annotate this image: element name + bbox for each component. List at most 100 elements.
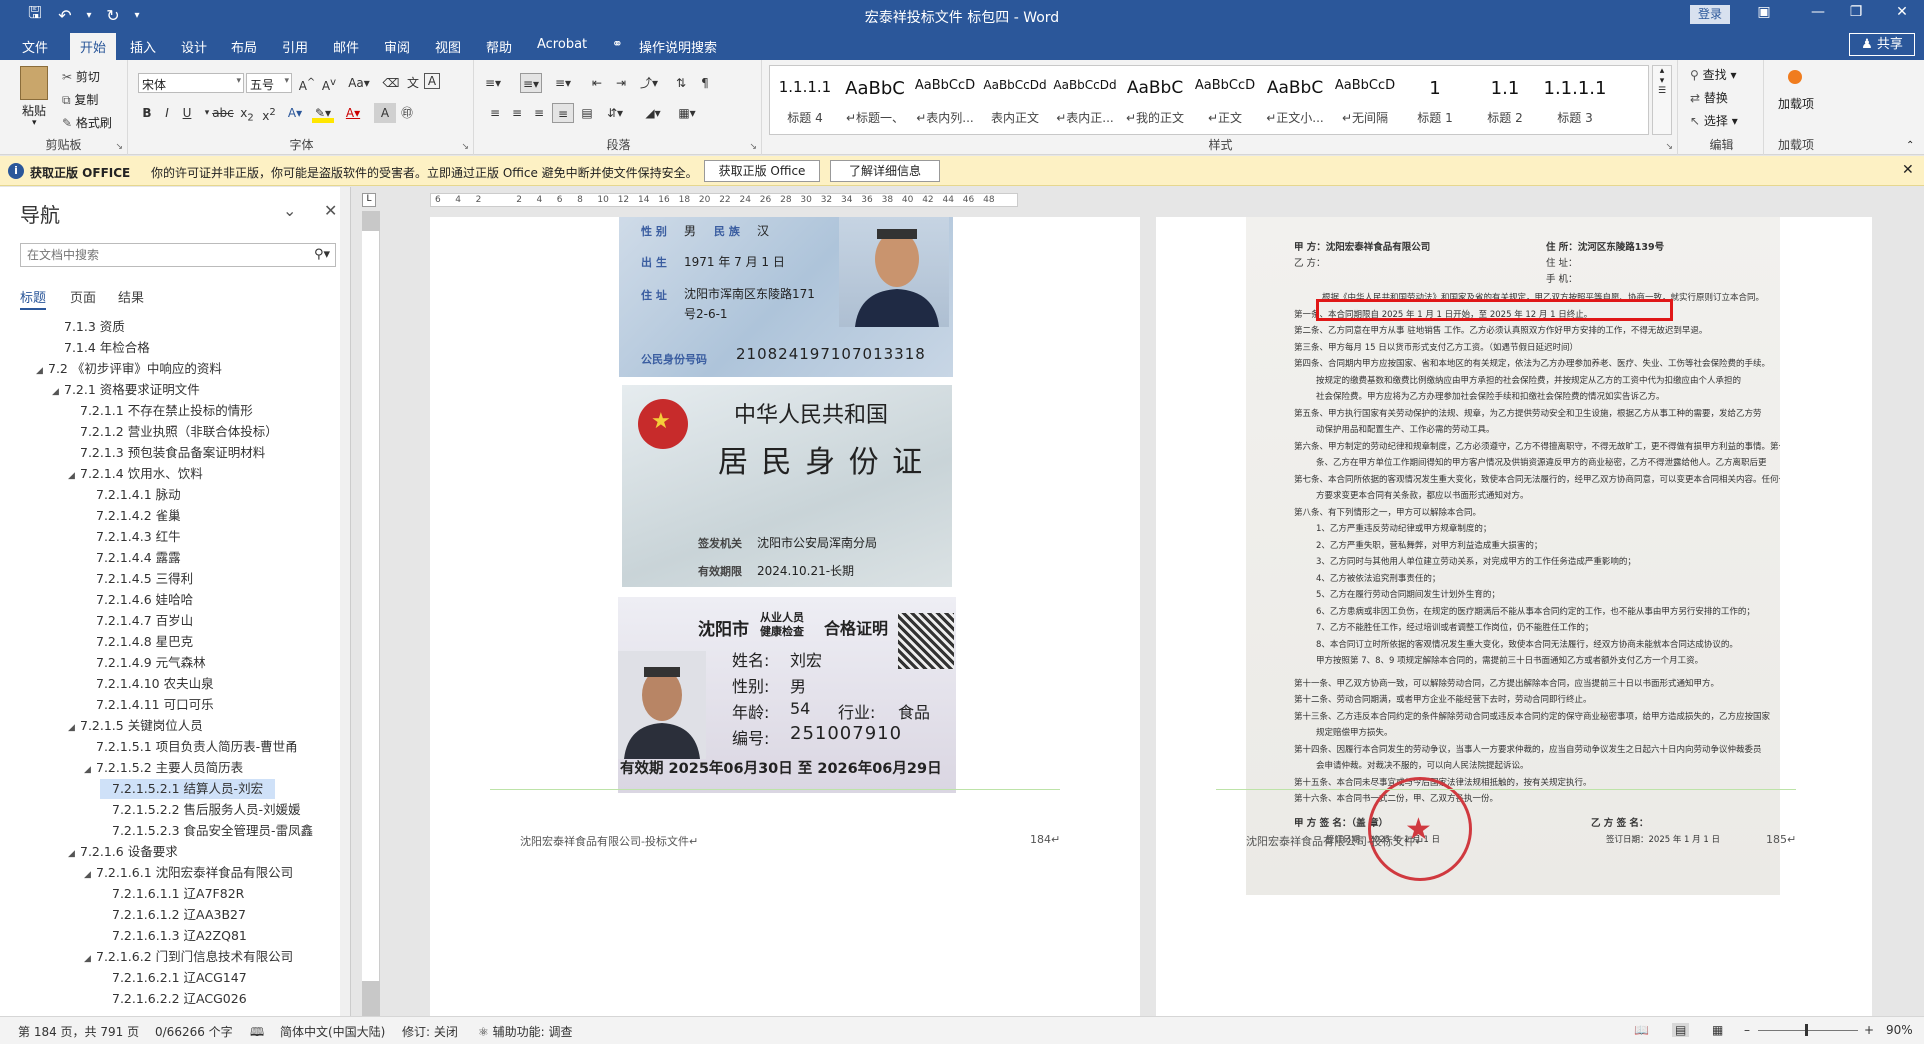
learn-more-button[interactable]: 了解详细信息 — [830, 160, 940, 182]
paste-button[interactable]: 粘贴 — [22, 102, 46, 119]
nav-heading-item[interactable]: 7.2.1.6.2.2 辽ACG026 — [100, 989, 247, 1009]
nav-heading-item[interactable]: 7.2.1.5.2.2 售后服务人员-刘媛媛 — [100, 800, 301, 820]
replace-button[interactable]: ⇄ 替换 — [1690, 89, 1728, 106]
zoom-out-icon[interactable]: – — [1744, 1023, 1750, 1037]
nav-heading-item[interactable]: 7.2.1.4.10 农夫山泉 — [84, 674, 214, 694]
italic-icon[interactable]: I — [156, 103, 178, 123]
nav-heading-item[interactable]: 7.2.1.6.1.3 辽A2ZQ81 — [100, 926, 247, 946]
font-size-combo[interactable]: 五号 ▾ — [246, 73, 292, 93]
styles-scroll[interactable]: ▴ ▾ ☰ — [1652, 65, 1672, 135]
style-item[interactable]: AaBbCcD ↵正文 — [1190, 66, 1260, 134]
nav-tab-results[interactable]: 结果 — [118, 287, 144, 306]
nav-heading-item[interactable]: 7.2.1.4.3 红牛 — [84, 527, 181, 547]
clear-format-icon[interactable]: ⌫ — [380, 73, 402, 93]
ribbon-display-icon[interactable]: ▣ — [1754, 4, 1774, 20]
grow-font-icon[interactable]: A^ — [296, 73, 318, 93]
expand-collapse-icon[interactable]: ◢ — [84, 865, 96, 885]
phonetic-guide-icon[interactable]: 文 — [402, 73, 424, 93]
share-button[interactable]: ♟ 共享 — [1849, 33, 1915, 56]
nav-heading-item[interactable]: 7.2.1.1 不存在禁止投标的情形 — [68, 401, 253, 421]
nav-tab-headings[interactable]: 标题 — [20, 287, 47, 310]
tab-insert[interactable]: 插入 — [130, 37, 156, 56]
web-layout-icon[interactable]: ▦ — [1712, 1023, 1723, 1037]
nav-heading-item[interactable]: 7.2.1.4.7 百岁山 — [84, 611, 193, 631]
nav-heading-item[interactable]: 7.2.1.6.2.1 辽ACG147 — [100, 968, 247, 988]
nav-heading-item[interactable]: 7.1.4 年检合格 — [52, 338, 150, 358]
nav-heading-item[interactable]: 7.2.1.4.1 脉动 — [84, 485, 181, 505]
strikethrough-icon[interactable]: abc — [212, 103, 234, 123]
copy-button[interactable]: ⧉ 复制 — [62, 91, 98, 108]
enclose-char-icon[interactable]: ㊞ — [396, 103, 418, 123]
close-window-icon[interactable]: ✕ — [1892, 4, 1912, 20]
nav-heading-item[interactable]: 7.1.3 资质 — [52, 317, 125, 337]
cut-button[interactable]: ✂ 剪切 — [62, 68, 100, 85]
numbering-icon[interactable]: ≡▾ — [520, 73, 542, 93]
distributed-icon[interactable]: ▤ — [576, 103, 598, 123]
tab-file[interactable]: 文件 — [22, 37, 48, 56]
addins-icon[interactable] — [1788, 70, 1802, 84]
expand-collapse-icon[interactable]: ◢ — [52, 382, 64, 402]
page-count[interactable]: 第 184 页，共 791 页 — [18, 1023, 139, 1040]
expand-collapse-icon[interactable]: ◢ — [68, 466, 80, 486]
tab-view[interactable]: 视图 — [435, 37, 461, 56]
tell-me-search[interactable]: 操作说明搜索 — [639, 37, 717, 56]
expand-collapse-icon[interactable]: ◢ — [68, 718, 80, 738]
zoom-level[interactable]: 90% — [1886, 1023, 1913, 1037]
style-item[interactable]: 1 标题 1 — [1400, 66, 1470, 134]
decrease-indent-icon[interactable]: ⇤ — [586, 73, 608, 93]
subscript-icon[interactable]: x2 — [236, 103, 258, 123]
paragraph-launcher-icon[interactable]: ↘ — [749, 142, 757, 152]
expand-collapse-icon[interactable]: ◢ — [36, 361, 48, 381]
styles-launcher-icon[interactable]: ↘ — [1665, 142, 1673, 152]
select-button[interactable]: ↖ 选择 ▾ — [1690, 112, 1738, 129]
chevron-down-icon[interactable]: ⌄ — [283, 201, 296, 220]
nav-heading-item[interactable]: 7.2.1.2 营业执照（非联合体投标） — [68, 422, 278, 442]
nav-heading-item[interactable]: ◢ 7.2.1.4 饮用水、饮料 — [68, 464, 203, 484]
align-left-icon[interactable]: ≡ — [484, 103, 506, 123]
nav-heading-item[interactable]: 7.2.1.4.9 元气森林 — [84, 653, 206, 673]
expand-collapse-icon[interactable]: ◢ — [68, 844, 80, 864]
font-name-combo[interactable]: 宋体 ▾ — [138, 73, 244, 93]
page-185[interactable]: 甲 方：沈阳宏泰祥食品有限公司 住 所：沈河区东陵路139号 乙 方： 住 址：… — [1156, 217, 1872, 1016]
page-184[interactable]: 性 别 男 民 族 汉 出 生 1971 年 7 月 1 日 住 址 沈阳市浑南… — [430, 217, 1140, 1016]
tab-mailings[interactable]: 邮件 — [333, 37, 359, 56]
language[interactable]: 简体中文(中国大陆) — [280, 1023, 385, 1040]
word-count[interactable]: 0/66266 个字 — [155, 1023, 233, 1040]
get-genuine-button[interactable]: 获取正版 Office — [704, 160, 820, 182]
zoom-slider[interactable] — [1758, 1030, 1858, 1031]
track-changes[interactable]: 修订: 关闭 — [402, 1023, 458, 1040]
align-center-icon[interactable]: ≡ — [506, 103, 528, 123]
nav-heading-item[interactable]: 7.2.1.4.4 露露 — [84, 548, 181, 568]
superscript-icon[interactable]: x2 — [258, 103, 280, 123]
tab-acrobat[interactable]: Acrobat — [537, 37, 587, 52]
nav-scrollbar[interactable] — [340, 187, 350, 1016]
style-item[interactable]: AaBbCcDd 表内正文 — [980, 66, 1050, 134]
accessibility[interactable]: ⚛ 辅助功能: 调查 — [478, 1023, 572, 1040]
nav-heading-item[interactable]: 7.2.1.5.2.3 食品安全管理员-雷凤鑫 — [100, 821, 313, 841]
nav-tab-pages[interactable]: 页面 — [70, 287, 96, 306]
font-color-icon[interactable]: A▾ — [342, 103, 364, 123]
align-right-icon[interactable]: ≡ — [528, 103, 550, 123]
tab-review[interactable]: 审阅 — [384, 37, 410, 56]
chinese-layout-icon[interactable]: ⤴▾ — [638, 73, 660, 93]
paste-icon[interactable] — [20, 66, 48, 100]
nav-heading-item[interactable]: 7.2.1.5.2.1 结算人员-刘宏 — [100, 779, 276, 799]
nav-heading-item[interactable]: 7.2.1.4.8 星巴克 — [84, 632, 193, 652]
style-item[interactable]: AaBbCcDd ↵表内正... — [1050, 66, 1120, 134]
login-button[interactable]: 登录 — [1690, 5, 1730, 24]
style-item[interactable]: AaBbCcD ↵无间隔 — [1330, 66, 1400, 134]
bold-icon[interactable]: B — [136, 103, 158, 123]
nav-heading-item[interactable]: 7.2.1.4.6 娃哈哈 — [84, 590, 193, 610]
shrink-font-icon[interactable]: Av — [318, 73, 340, 93]
tab-selector[interactable]: L — [362, 193, 376, 207]
nav-heading-item[interactable]: ◢ 7.2.1.5.2 主要人员简历表 — [84, 758, 243, 778]
multilevel-list-icon[interactable]: ≡▾ — [552, 73, 574, 93]
style-item[interactable]: 1.1 标题 2 — [1470, 66, 1540, 134]
nav-heading-item[interactable]: 7.2.1.5.1 项目负责人简历表-曹世甬 — [84, 737, 298, 757]
nav-heading-item[interactable]: ◢ 7.2.1.6.2 门到门信息技术有限公司 — [84, 947, 293, 967]
nav-heading-item[interactable]: ◢ 7.2 《初步评审》中响应的资料 — [36, 359, 222, 379]
addins-button[interactable]: 加载项 — [1772, 96, 1820, 112]
nav-heading-item[interactable]: ◢ 7.2.1.6 设备要求 — [68, 842, 178, 862]
proofing-icon[interactable]: 🕮 — [250, 1023, 264, 1044]
line-spacing-icon[interactable]: ⇵▾ — [604, 103, 626, 123]
